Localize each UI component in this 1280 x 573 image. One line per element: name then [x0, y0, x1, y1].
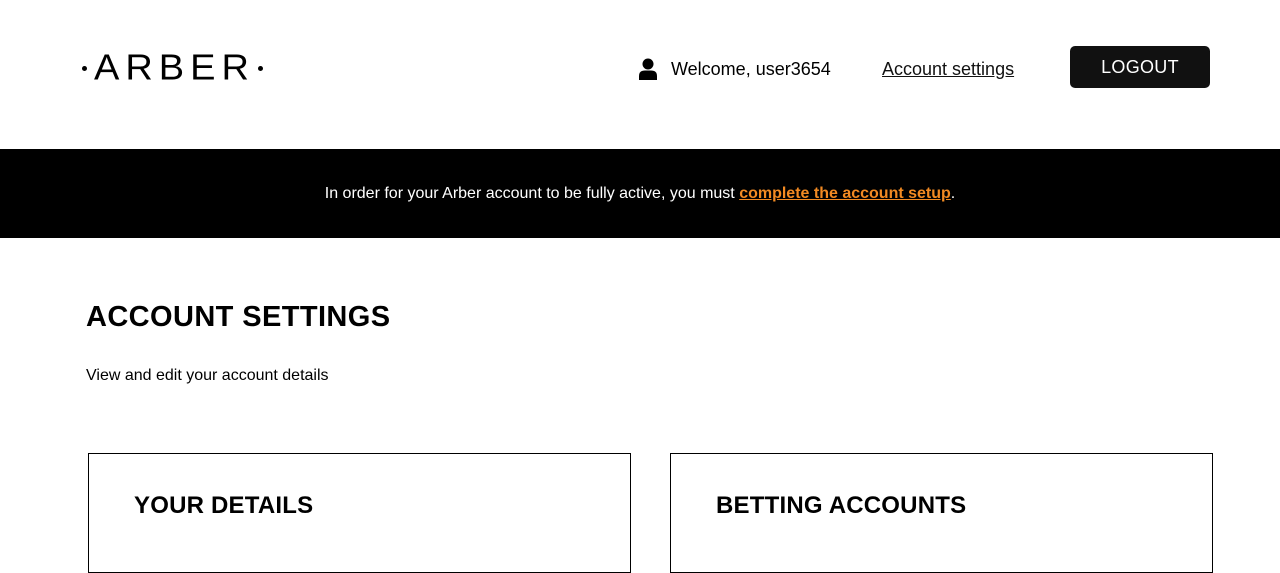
welcome-text: Welcome, user3654 — [671, 59, 831, 79]
user-icon — [639, 58, 657, 80]
banner-text: In order for your Arber account to be fu… — [324, 184, 740, 202]
logo-text: ARBER — [94, 48, 255, 88]
logo-dot-right — [257, 65, 263, 71]
banner-text-end: . — [950, 184, 956, 202]
logo-dot-left — [82, 65, 87, 71]
account-settings-link[interactable]: Account settings — [882, 56, 1014, 82]
page-subtitle: View and edit your account details — [86, 367, 329, 384]
banner-message: In order for your Arber account to be fu… — [325, 185, 955, 203]
site-header: ARBER Welcome, user3654 Account settings… — [0, 0, 1280, 149]
your-details-title: YOUR DETAILS — [134, 492, 314, 519]
page-title: ACCOUNT SETTINGS — [86, 301, 391, 333]
arber-logo[interactable]: ARBER — [82, 46, 263, 90]
user-welcome: Welcome, user3654 — [638, 56, 831, 82]
account-setup-banner: In order for your Arber account to be fu… — [0, 149, 1280, 238]
your-details-card: YOUR DETAILS — [88, 453, 631, 573]
complete-setup-link[interactable]: complete the account setup — [739, 185, 951, 202]
betting-accounts-title: BETTING ACCOUNTS — [716, 492, 967, 519]
betting-accounts-card: BETTING ACCOUNTS — [670, 453, 1213, 573]
logout-button[interactable]: LOGOUT — [1070, 46, 1210, 88]
